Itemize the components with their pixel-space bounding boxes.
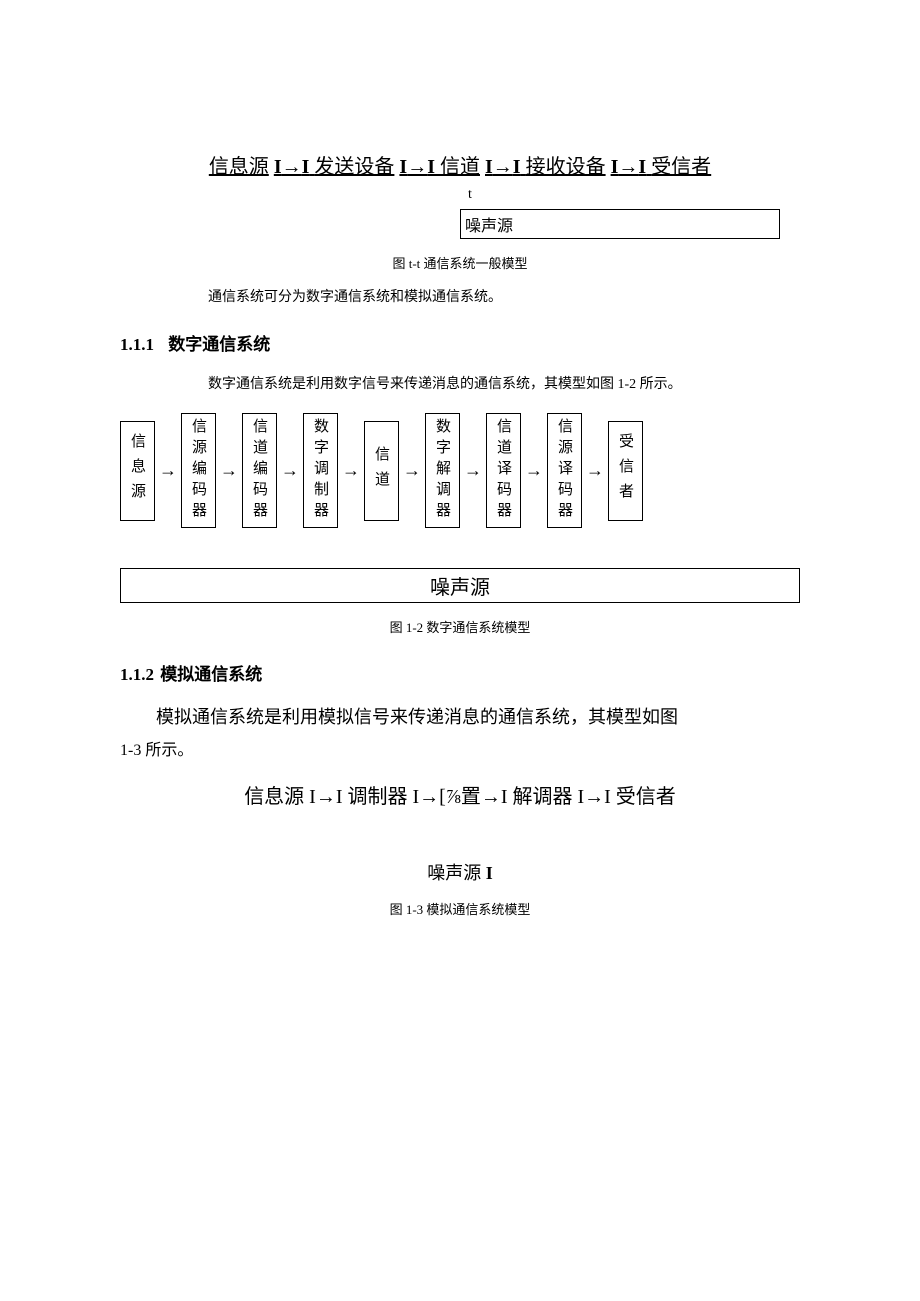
fig3-caption: 图 1-3 模拟通信系统模型 [80,899,840,918]
fig1-noise-box: 噪声源 [460,209,780,239]
fig1-node: 信息源 [209,156,269,178]
arrow-icon: → [342,460,360,481]
fig1-caption: 图 t-t 通信系统一般模型 [80,253,840,272]
fig1-node: 受信者 [651,156,711,178]
fig1-node: 信道 [440,156,480,178]
mark-i: I [427,156,435,178]
paragraph: 1-3 所示。 [120,736,800,760]
fig2-box: 信源译码器 [547,413,582,528]
fig2-box: 信息源 [120,421,155,521]
mark-i: I [513,156,521,178]
fig3-noise: 噪声源 I [80,859,840,885]
arrow-icon: → [407,156,427,178]
arrow-icon: → [586,460,604,481]
paragraph: 通信系统可分为数字通信系统和模拟通信系统。 [180,286,760,306]
heading-title: 数字通信系统 [168,335,270,354]
heading-title: 模拟通信系统 [160,665,262,684]
fig1-chain: 信息源 I→I 发送设备 I→I 信道 I→I 接收设备 I→I 受信者 [80,150,840,179]
fig1-t-mark: t [80,187,840,203]
mark-i: I [486,863,493,883]
mark-i: I [302,156,310,178]
fig1-node: 发送设备 [314,156,394,178]
heading-1-1-2: 1.1.2 模拟通信系统 [120,660,840,685]
heading-1-1-1: 1.1.1 数字通信系统 [120,330,840,355]
fig2-caption: 图 1-2 数字通信系统模型 [80,617,840,636]
fig3-chain: 信息源 I→I 调制器 I→[⅞置→I 解调器 I→I 受信者 [80,780,840,809]
fig2-box: 信源编码器 [181,413,216,528]
fig2-box: 信道编码器 [242,413,277,528]
mark-i: I [274,156,282,178]
mark-i: I [485,156,493,178]
arrow-icon: → [159,460,177,481]
fig2-noise-box: 噪声源 [120,568,800,603]
heading-number: 1.1.1 [120,335,154,354]
fig1-node: 接收设备 [526,156,606,178]
arrow-icon: → [493,156,513,178]
fig3-noise-label: 噪声源 [427,863,481,883]
fig2-box: 数字解调器 [425,413,460,528]
mark-i: I [638,156,646,178]
arrow-icon: → [281,460,299,481]
arrow-icon: → [403,460,421,481]
arrow-icon: → [618,156,638,178]
arrow-icon: → [220,460,238,481]
fig2-box: 数字调制器 [303,413,338,528]
arrow-icon: → [282,156,302,178]
heading-number: 1.1.2 [120,665,154,684]
fig2-box: 受信者 [608,421,643,521]
paragraph: 模拟通信系统是利用模拟信号来传递消息的通信系统，其模型如图 [120,703,800,732]
paragraph: 数字通信系统是利用数字信号来传递消息的通信系统，其模型如图 1-2 所示。 [180,373,760,393]
arrow-icon: → [464,460,482,481]
fig2-box: 信道 [364,421,399,521]
fig2-box: 信道译码器 [486,413,521,528]
arrow-icon: → [525,460,543,481]
fig2-chain: 信息源 → 信源编码器 → 信道编码器 → 数字调制器 → 信道 → 数字解调器… [120,413,800,528]
